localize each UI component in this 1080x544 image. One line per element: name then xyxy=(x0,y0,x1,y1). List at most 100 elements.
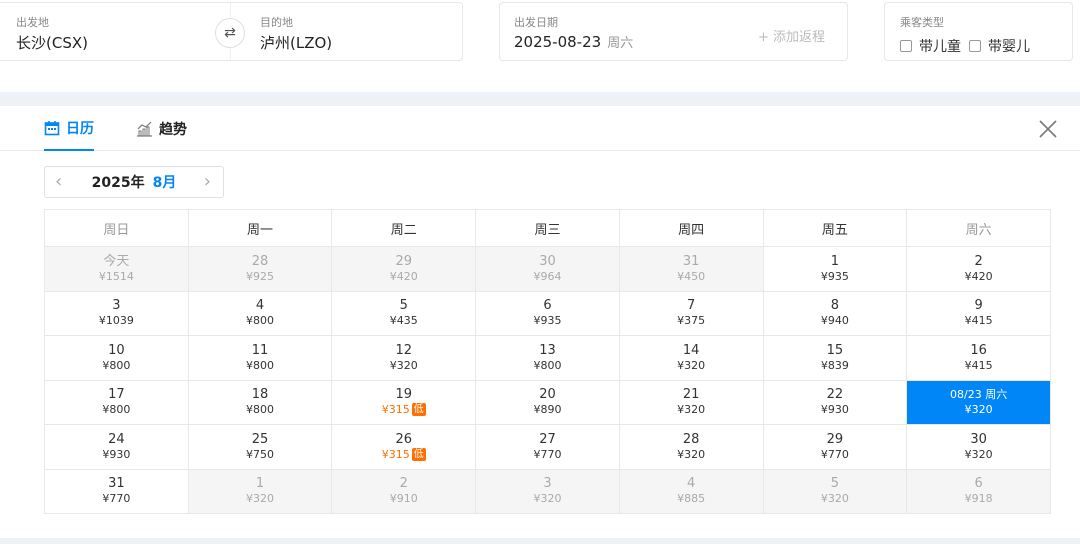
calendar-day-cell[interactable]: 11 ¥800 xyxy=(187,335,333,381)
calendar-day-cell[interactable]: 21 ¥320 xyxy=(618,379,764,425)
low-price-badge: 低 xyxy=(411,403,426,417)
checkbox-icon xyxy=(969,40,981,52)
weekday-header: 周二 xyxy=(331,209,477,247)
day-price: ¥415 xyxy=(907,358,1050,373)
price-calendar-grid: 周日 周一 周二 周三 周四 周五 周六 今天 ¥1514 28 ¥925 29 ¥420… xyxy=(44,209,1051,514)
date-text: 2025-08-23 xyxy=(514,33,602,51)
calendar-day-cell[interactable]: 今天 ¥1514 xyxy=(44,246,189,292)
day-price: ¥770 xyxy=(764,447,907,462)
calendar-day-cell[interactable]: 6 ¥935 xyxy=(475,290,620,336)
price-value: ¥770 xyxy=(820,447,849,461)
day-price: ¥320 xyxy=(476,491,619,506)
calendar-day-cell[interactable]: 18 ¥800 xyxy=(187,379,333,425)
calendar-day-cell[interactable]: 16 ¥415 xyxy=(906,335,1051,381)
close-icon[interactable] xyxy=(1036,117,1060,141)
day-price: ¥420 xyxy=(332,269,475,284)
day-label: 22 xyxy=(826,387,844,403)
price-value: ¥885 xyxy=(677,492,706,506)
calendar-week-row: 10 ¥800 11 ¥800 12 ¥320 13 ¥800 14 ¥320 15 ¥839 16 ¥4… xyxy=(44,335,1051,381)
calendar-day-cell[interactable]: 10 ¥800 xyxy=(44,335,189,381)
departure-date-field[interactable]: 出发日期 2025-08-23 周六 xyxy=(500,3,740,60)
calendar-day-cell[interactable]: 5 ¥435 xyxy=(331,290,477,336)
calendar-day-cell[interactable]: 28 ¥320 xyxy=(618,424,764,470)
calendar-day-cell-selected[interactable]: 08/23 周六 ¥320 xyxy=(906,379,1051,425)
price-value: ¥320 xyxy=(389,358,418,372)
destination-field[interactable]: 目的地 泸州(LZO) xyxy=(249,3,459,60)
weekday-header: 周一 xyxy=(187,209,333,247)
calendar-day-cell[interactable]: 29 ¥420 xyxy=(331,246,477,292)
low-price-badge: 低 xyxy=(411,447,426,461)
day-price: ¥320 xyxy=(332,358,475,373)
tab-trend[interactable]: 趋势 xyxy=(136,106,187,151)
price-value: ¥315 xyxy=(381,447,410,461)
calendar-day-cell[interactable]: 7 ¥375 xyxy=(618,290,764,336)
price-value: ¥1039 xyxy=(98,314,134,328)
add-return-button[interactable]: + 添加返程 xyxy=(758,26,825,45)
calendar-day-cell[interactable]: 4 ¥800 xyxy=(187,290,333,336)
weekday-header: 周日 xyxy=(44,209,189,247)
next-month-button[interactable]: › xyxy=(204,171,211,192)
calendar-day-cell[interactable]: 29 ¥770 xyxy=(762,424,908,470)
with-child-checkbox[interactable]: 带儿童 xyxy=(900,36,961,56)
calendar-day-cell[interactable]: 27 ¥770 xyxy=(475,424,620,470)
day-label: 08/23 周六 xyxy=(950,388,1008,402)
calendar-day-cell[interactable]: 13 ¥800 xyxy=(475,335,620,381)
calendar-day-cell[interactable]: 2 ¥910 xyxy=(331,468,477,514)
search-bar: 出发地 长沙(CSX) ⇄ 目的地 泸州(LZO) 出发日期 2025-08-2… xyxy=(0,0,1080,92)
calendar-day-cell[interactable]: 4 ¥885 xyxy=(618,468,764,514)
calendar-day-cell[interactable]: 14 ¥320 xyxy=(618,335,764,381)
calendar-day-cell[interactable]: 24 ¥930 xyxy=(44,424,189,470)
calendar-day-cell[interactable]: 31 ¥450 xyxy=(618,246,764,292)
price-value: ¥930 xyxy=(820,403,849,417)
tab-calendar[interactable]: 日历 xyxy=(44,106,94,151)
calendar-icon xyxy=(44,120,60,135)
calendar-day-cell[interactable]: 17 ¥800 xyxy=(44,379,189,425)
calendar-day-cell[interactable]: 19 ¥315 低 xyxy=(331,379,477,425)
swap-route-button[interactable]: ⇄ xyxy=(215,18,245,48)
calendar-day-cell[interactable]: 28 ¥925 xyxy=(187,246,333,292)
calendar-day-cell[interactable]: 8 ¥940 xyxy=(762,290,908,336)
price-value: ¥320 xyxy=(964,447,993,461)
prev-month-button[interactable]: ‹ xyxy=(55,171,62,192)
price-value: ¥890 xyxy=(533,403,562,417)
with-child-label: 带儿童 xyxy=(919,39,961,55)
calendar-day-cell[interactable]: 1 ¥320 xyxy=(187,468,333,514)
day-label: 24 xyxy=(108,431,125,447)
calendar-day-cell[interactable]: 20 ¥890 xyxy=(475,379,620,425)
calendar-day-cell[interactable]: 2 ¥420 xyxy=(906,246,1051,292)
calendar-day-cell[interactable]: 5 ¥320 xyxy=(762,468,908,514)
day-price: ¥770 xyxy=(476,447,619,462)
day-label: 29 xyxy=(826,431,844,447)
price-value: ¥450 xyxy=(677,269,706,283)
day-price: ¥885 xyxy=(620,491,763,506)
calendar-day-cell[interactable]: 26 ¥315 低 xyxy=(331,424,477,470)
price-value: ¥415 xyxy=(964,314,993,328)
departure-date-label: 出发日期 xyxy=(514,16,558,29)
calendar-week-row: 3 ¥1039 4 ¥800 5 ¥435 6 ¥935 7 ¥375 8 ¥940 9 ¥415 xyxy=(44,290,1051,336)
swap-icon: ⇄ xyxy=(224,25,236,41)
origin-field[interactable]: 出发地 长沙(CSX) xyxy=(0,3,214,60)
day-price: ¥925 xyxy=(189,269,332,284)
price-value: ¥415 xyxy=(964,358,993,372)
calendar-day-cell[interactable]: 31 ¥770 xyxy=(44,468,189,514)
with-infant-checkbox[interactable]: 带婴儿 xyxy=(969,36,1030,56)
calendar-day-cell[interactable]: 15 ¥839 xyxy=(762,335,908,381)
price-value: ¥800 xyxy=(102,358,131,372)
calendar-day-cell[interactable]: 30 ¥964 xyxy=(475,246,620,292)
calendar-day-cell[interactable]: 6 ¥918 xyxy=(906,468,1051,514)
month-navigator: ‹ 2025年 8月 › xyxy=(44,166,224,198)
price-value: ¥800 xyxy=(246,403,275,417)
day-price: ¥935 xyxy=(764,269,907,284)
calendar-day-cell[interactable]: 1 ¥935 xyxy=(762,246,908,292)
calendar-day-cell[interactable]: 9 ¥415 xyxy=(906,290,1051,336)
calendar-day-cell[interactable]: 3 ¥1039 xyxy=(44,290,189,336)
calendar-day-cell[interactable]: 30 ¥320 xyxy=(906,424,1051,470)
day-price: ¥415 xyxy=(907,313,1050,328)
price-value: ¥800 xyxy=(246,314,275,328)
day-label: 8 xyxy=(830,298,839,314)
calendar-day-cell[interactable]: 22 ¥930 xyxy=(762,379,908,425)
day-label: 25 xyxy=(251,431,269,447)
calendar-day-cell[interactable]: 12 ¥320 xyxy=(331,335,477,381)
calendar-day-cell[interactable]: 3 ¥320 xyxy=(475,468,620,514)
calendar-day-cell[interactable]: 25 ¥750 xyxy=(187,424,333,470)
